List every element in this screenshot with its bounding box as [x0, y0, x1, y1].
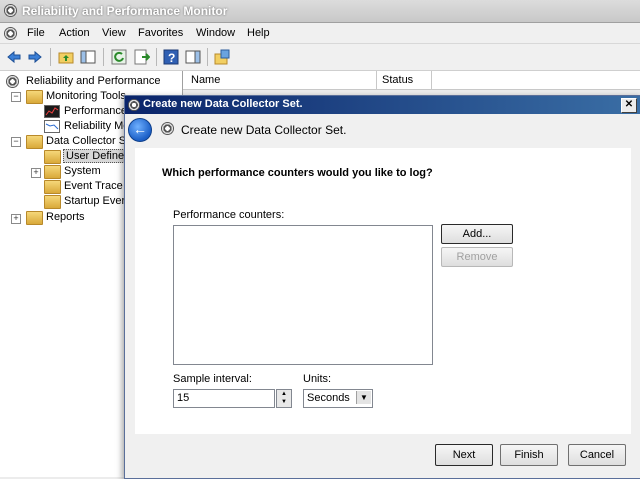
performance-chart-icon — [44, 105, 60, 118]
export-list-icon[interactable] — [134, 49, 150, 65]
menu-file[interactable]: File — [27, 27, 45, 39]
new-data-collector-icon[interactable] — [214, 49, 230, 65]
menu-help[interactable]: Help — [247, 27, 270, 39]
wizard-question: Which performance counters would you lik… — [162, 167, 433, 179]
wizard-icon — [161, 122, 174, 135]
collapse-icon[interactable]: − — [11, 137, 21, 147]
tree-label: Reliability Mo — [64, 120, 130, 132]
app-icon — [4, 4, 17, 17]
toolbar-separator — [103, 48, 104, 66]
wizard-title: Create new Data Collector Set. — [181, 123, 347, 137]
column-divider[interactable] — [431, 71, 432, 89]
tree-label: Startup Ever — [64, 195, 126, 207]
wizard-header: ← Create new Data Collector Set. — [125, 115, 640, 147]
menu-bar: File Action View Favorites Window Help — [0, 23, 640, 44]
folder-icon — [26, 90, 43, 104]
folder-icon — [44, 195, 61, 209]
add-button[interactable]: Add... — [441, 224, 513, 244]
tree-label: System — [64, 165, 101, 177]
units-select[interactable]: Seconds ▼ — [303, 389, 373, 408]
menu-window[interactable]: Window — [196, 27, 235, 39]
units-value: Seconds — [307, 392, 350, 404]
performance-counters-label: Performance counters: — [173, 209, 285, 221]
close-icon[interactable]: ✕ — [621, 98, 637, 113]
folder-icon — [44, 180, 61, 194]
back-arrow-icon[interactable] — [6, 49, 22, 65]
user-folder-icon — [44, 150, 61, 164]
chevron-down-icon[interactable]: ▼ — [356, 391, 371, 404]
dialog-title-bar: Create new Data Collector Set. ✕ — [125, 96, 640, 114]
menu-view[interactable]: View — [102, 27, 126, 39]
cancel-button[interactable]: Cancel — [568, 444, 626, 466]
performance-counters-list[interactable] — [173, 225, 433, 365]
help-icon[interactable]: ? — [163, 49, 179, 65]
wizard-content: Which performance counters would you lik… — [135, 148, 631, 434]
column-divider[interactable] — [376, 71, 377, 89]
sample-interval-spinner[interactable]: ▲ ▼ — [276, 389, 292, 408]
toolbar-separator — [207, 48, 208, 66]
svg-text:?: ? — [168, 51, 175, 65]
folder-icon — [26, 135, 43, 149]
expand-icon[interactable]: + — [11, 214, 21, 224]
units-label: Units: — [303, 373, 332, 385]
window-title: Reliability and Performance Monitor — [22, 4, 228, 18]
tree-label: Data Collector Se — [46, 135, 133, 147]
system-folder-icon — [44, 165, 61, 179]
collapse-icon[interactable]: − — [11, 92, 21, 102]
toolbar-separator — [156, 48, 157, 66]
system-menu-icon[interactable] — [4, 27, 17, 40]
folder-icon — [26, 211, 43, 225]
tree-label: Event Trace — [64, 180, 123, 192]
menu-favorites[interactable]: Favorites — [138, 27, 183, 39]
window-title-bar: Reliability and Performance Monitor — [0, 0, 640, 23]
sample-interval-input[interactable]: 15 — [173, 389, 275, 408]
show-hide-action-pane-icon[interactable] — [185, 49, 201, 65]
dialog-app-icon — [128, 99, 140, 111]
sample-interval-value: 15 — [177, 392, 190, 404]
tree-label: Reports — [46, 211, 85, 223]
column-header-name[interactable]: Name — [191, 74, 220, 86]
tree-label: User Defined — [63, 149, 134, 163]
remove-button[interactable]: Remove — [441, 247, 513, 267]
toolbar: ? — [0, 44, 640, 71]
back-icon[interactable]: ← — [128, 118, 152, 142]
next-button[interactable]: Next — [435, 444, 493, 466]
dialog-title: Create new Data Collector Set. — [143, 98, 303, 110]
expand-icon[interactable]: + — [31, 168, 41, 178]
performance-monitor-icon — [6, 75, 19, 88]
column-header-status[interactable]: Status — [382, 74, 413, 86]
forward-arrow-icon[interactable] — [27, 49, 43, 65]
sample-interval-label: Sample interval: — [173, 373, 252, 385]
tree-label: Monitoring Tools — [46, 90, 126, 102]
menu-action[interactable]: Action — [59, 27, 90, 39]
toolbar-separator — [50, 48, 51, 66]
refresh-icon[interactable] — [111, 49, 127, 65]
create-data-collector-dialog: Create new Data Collector Set. ✕ ← Creat… — [124, 95, 640, 479]
reliability-chart-icon — [44, 120, 60, 133]
up-folder-icon[interactable] — [58, 49, 74, 65]
list-header: Name Status — [183, 71, 640, 90]
finish-button[interactable]: Finish — [500, 444, 558, 466]
tree-label: Reliability and Performance — [26, 75, 161, 87]
show-hide-console-tree-icon[interactable] — [80, 49, 96, 65]
tree-label: Performance — [64, 105, 127, 117]
